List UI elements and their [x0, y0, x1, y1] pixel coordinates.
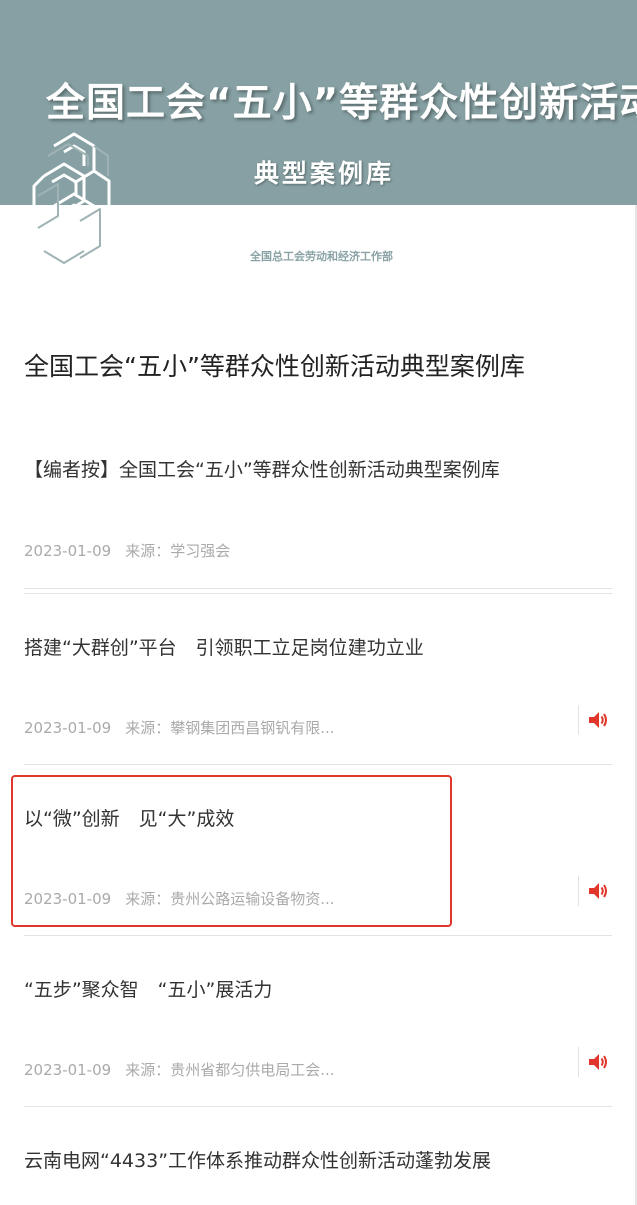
audio-button[interactable]	[578, 876, 613, 906]
article-date: 2023-01-09	[24, 1061, 112, 1079]
list-item[interactable]: 搭建“大群创”平台 引领职工立足岗位建功立业 2023-01-09 来源：攀钢集团…	[24, 633, 612, 753]
article-meta: 2023-01-09 来源：学习强会	[24, 540, 230, 561]
speaker-icon	[589, 712, 607, 728]
article-meta: 2023-01-09 来源：攀钢集团西昌钢钒有限...	[24, 717, 335, 738]
banner-title: 全国工会“五小”等群众性创新活动	[46, 81, 637, 126]
banner-subtitle: 典型案例库	[254, 159, 395, 188]
article-source: 来源：贵州省都匀供电局工会...	[125, 1061, 335, 1079]
divider	[24, 593, 612, 594]
article-title[interactable]: 云南电网“4433”工作体系推动群众性创新活动蓬勃发展	[24, 1146, 491, 1173]
article-title[interactable]: 搭建“大群创”平台 引领职工立足岗位建功立业	[24, 633, 424, 660]
divider	[24, 764, 612, 765]
page: 全国工会“五小”等群众性创新活动 典型案例库 全国总工会劳动和经济工作部 全国工…	[0, 0, 637, 1205]
page-title: 全国工会“五小”等群众性创新活动典型案例库	[24, 352, 525, 381]
speaker-icon	[589, 883, 607, 899]
audio-button[interactable]	[578, 705, 613, 735]
article-date: 2023-01-09	[24, 719, 112, 737]
article-title[interactable]: 【编者按】全国工会“五小”等群众性创新活动典型案例库	[24, 455, 500, 482]
speaker-icon	[589, 1054, 607, 1070]
article-title[interactable]: “五步”聚众智 “五小”展活力	[24, 975, 272, 1002]
list-item[interactable]: “五步”聚众智 “五小”展活力 2023-01-09 来源：贵州省都匀供电局工会.…	[24, 975, 612, 1095]
divider	[24, 935, 612, 936]
banner-department: 全国总工会劳动和经济工作部	[250, 250, 393, 263]
article-source: 来源：学习强会	[125, 542, 231, 560]
article-date: 2023-01-09	[24, 542, 112, 560]
maze-logo-icon	[24, 126, 122, 286]
list-item[interactable]: 云南电网“4433”工作体系推动群众性创新活动蓬勃发展	[24, 1146, 612, 1186]
article-source: 来源：攀钢集团西昌钢钒有限...	[125, 719, 335, 737]
highlight-box	[11, 775, 452, 927]
divider	[24, 588, 612, 589]
list-item[interactable]: 【编者按】全国工会“五小”等群众性创新活动典型案例库 2023-01-09 来源：…	[24, 455, 612, 575]
divider	[24, 1106, 612, 1107]
audio-button[interactable]	[578, 1047, 613, 1077]
banner: 全国工会“五小”等群众性创新活动 典型案例库 全国总工会劳动和经济工作部	[0, 0, 637, 300]
article-meta: 2023-01-09 来源：贵州省都匀供电局工会...	[24, 1059, 335, 1080]
